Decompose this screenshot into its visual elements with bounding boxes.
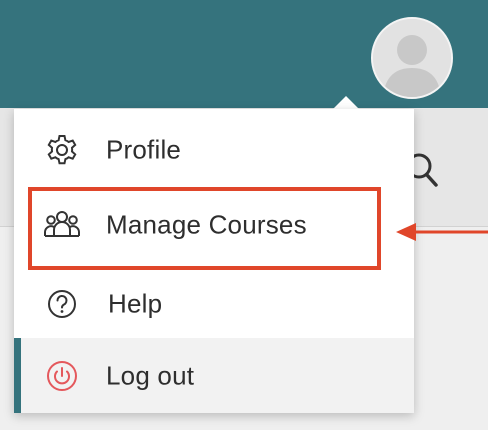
annotation-arrow-icon [394,218,488,246]
menu-item-help[interactable]: Help [14,267,414,341]
question-circle-icon [44,286,80,322]
menu-item-label: Profile [106,134,182,165]
highlight-annotation-box [28,187,381,270]
user-silhouette-icon [373,19,451,97]
menu-item-label: Log out [106,360,195,390]
gear-icon [44,132,80,168]
power-icon [44,358,80,394]
user-avatar-button[interactable] [371,17,453,99]
menu-item-logout[interactable]: Log out [14,338,414,413]
menu-caret [333,96,359,109]
menu-item-label: Help [108,288,163,319]
active-accent-bar [14,338,21,413]
menu-item-profile[interactable]: Profile [14,113,414,187]
